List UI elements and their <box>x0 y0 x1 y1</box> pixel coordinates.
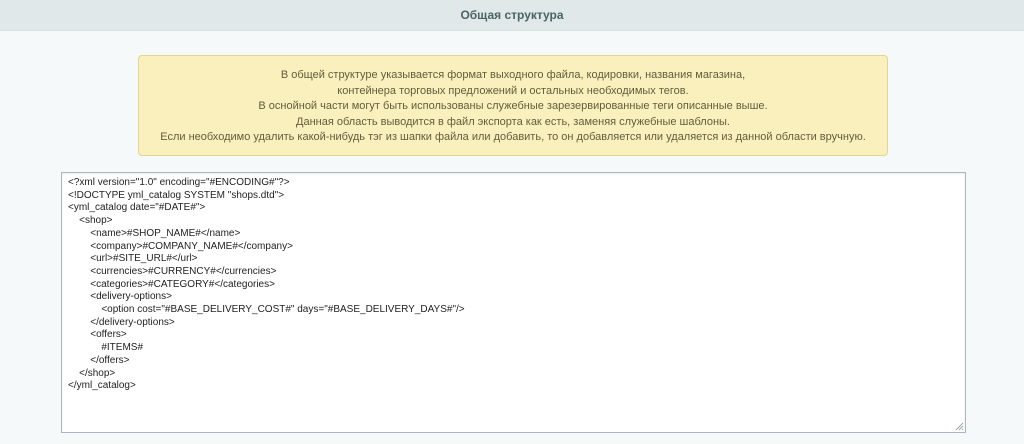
resize-grip-icon[interactable] <box>954 421 964 431</box>
info-notice: В общей структуре указывается формат вых… <box>138 55 888 156</box>
notice-line: контейнера торговых предложений и осталь… <box>337 84 689 97</box>
template-textarea[interactable]: <?xml version="1.0" encoding="#ENCODING#… <box>61 172 966 433</box>
section-header: Общая структура <box>0 0 1024 31</box>
section-title: Общая структура <box>460 8 564 22</box>
template-code[interactable]: <?xml version="1.0" encoding="#ENCODING#… <box>68 177 959 393</box>
notice-line: Если необходимо удалить какой-нибудь тэг… <box>160 131 866 143</box>
notice-line: В оснойной части могут быть использованы… <box>258 100 768 112</box>
notice-line: В общей структуре указывается формат вых… <box>280 69 746 81</box>
notice-line: Данная область выводится в файл экспорта… <box>296 115 730 128</box>
